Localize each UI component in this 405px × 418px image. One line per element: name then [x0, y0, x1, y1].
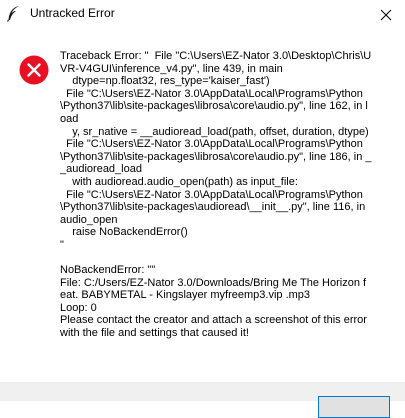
title-bar: Untracked Error	[0, 0, 405, 30]
error-message: Traceback Error: " File "C:\Users\EZ-Nat…	[60, 50, 372, 340]
close-icon	[380, 9, 392, 21]
error-icon	[19, 55, 49, 85]
dialog-footer	[0, 382, 405, 418]
window-title: Untracked Error	[30, 6, 115, 20]
feather-icon	[7, 5, 21, 22]
close-button[interactable]	[369, 0, 405, 30]
ok-button[interactable]	[318, 396, 390, 418]
